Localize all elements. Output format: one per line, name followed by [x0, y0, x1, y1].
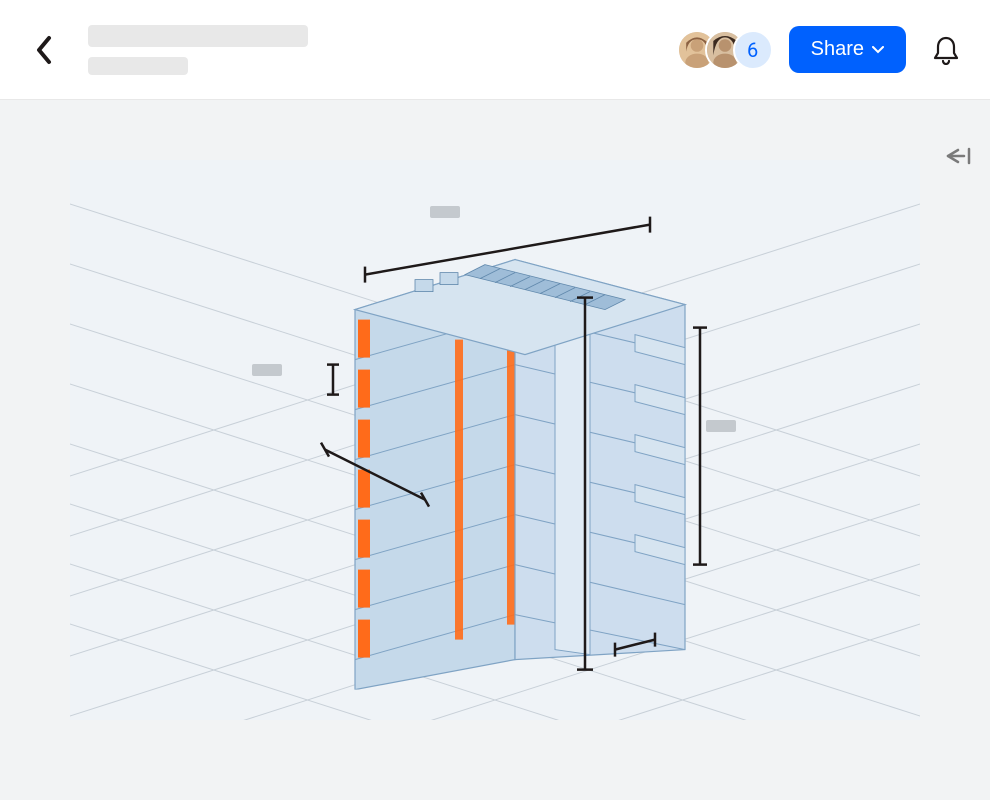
building-model [255, 170, 735, 690]
bell-icon [932, 35, 960, 65]
collapse-panel-button[interactable] [942, 140, 974, 172]
collapse-right-icon [944, 146, 972, 166]
share-button-label: Share [811, 38, 864, 61]
collaborator-avatars[interactable]: 6 [677, 30, 773, 70]
chevron-left-icon [35, 35, 53, 65]
page-title-skeleton [88, 25, 308, 47]
model-viewport[interactable] [70, 160, 920, 720]
caret-down-icon [872, 46, 884, 54]
share-button[interactable]: Share [789, 26, 906, 73]
title-area [88, 25, 308, 75]
collaborator-count[interactable]: 6 [733, 30, 773, 70]
app-header: 6 Share [0, 0, 990, 100]
back-button[interactable] [24, 30, 64, 70]
canvas-area [0, 100, 990, 800]
page-subtitle-skeleton [88, 57, 188, 75]
notifications-button[interactable] [926, 30, 966, 70]
